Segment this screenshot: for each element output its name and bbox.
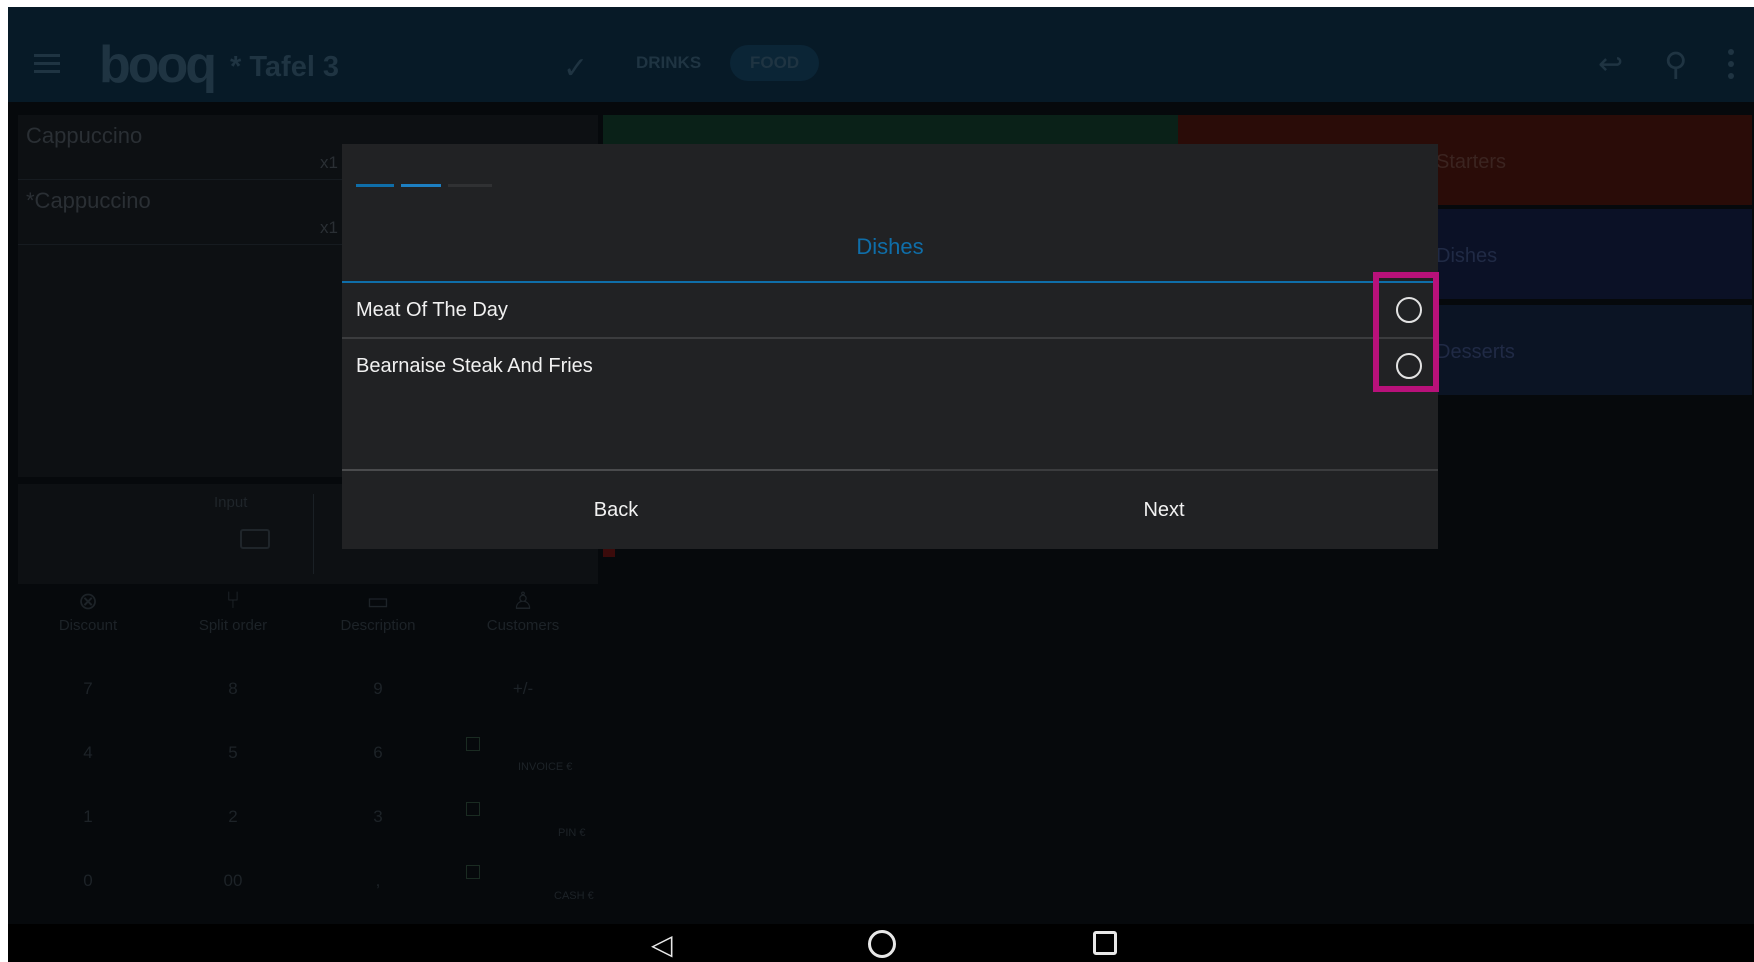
customers-label: Customers: [486, 617, 560, 634]
key-plus-minus[interactable]: +/-: [453, 657, 593, 721]
key-4[interactable]: 4: [18, 721, 158, 785]
tile-dishes-label: Dishes: [1436, 245, 1498, 267]
key-00[interactable]: 00: [163, 849, 303, 913]
split-order-label: Split order: [198, 617, 268, 634]
highlight-box: [1373, 272, 1439, 392]
discount-icon: ⊗: [77, 588, 99, 615]
key-comma[interactable]: ,: [308, 849, 448, 913]
key-6[interactable]: 6: [308, 721, 448, 785]
progress-step: [401, 184, 441, 187]
key-9[interactable]: 9: [308, 657, 448, 721]
nav-home-icon[interactable]: [868, 930, 896, 958]
undo-icon[interactable]: ↩: [1598, 47, 1623, 82]
key-5[interactable]: 5: [163, 721, 303, 785]
logo: booq: [99, 36, 217, 94]
invoice-icon: [466, 737, 480, 751]
option-label: Bearnaise Steak And Fries: [356, 355, 593, 377]
key-2[interactable]: 2: [163, 785, 303, 849]
order-item-name: Cappuccino: [26, 123, 143, 148]
tile-desserts-label: Desserts: [1436, 341, 1515, 363]
key-3[interactable]: 3: [308, 785, 448, 849]
tile-starters-label: Starters: [1436, 151, 1507, 173]
search-icon[interactable]: ⚲: [1664, 45, 1687, 83]
discount-button[interactable]: ⊗ Discount: [18, 587, 158, 635]
order-item-qty: x1: [320, 153, 338, 172]
split-icon: ⑂: [225, 587, 241, 614]
pin-button[interactable]: PIN €: [558, 827, 586, 839]
progress-step: [448, 184, 492, 187]
customers-button[interactable]: ♙ Customers: [453, 587, 593, 635]
android-nav-bar: ◁: [8, 924, 1754, 962]
key-1[interactable]: 1: [18, 785, 158, 849]
key-8[interactable]: 8: [163, 657, 303, 721]
invoice-button[interactable]: INVOICE €: [518, 761, 572, 773]
pos-app: booq * Tafel 3 ✓ DRINKS FOOD ↩ ⚲ Cappucc…: [8, 7, 1754, 924]
action-row: ⊗ Discount ⑂ Split order ▭ Description ♙…: [18, 587, 598, 649]
more-icon[interactable]: [1728, 49, 1734, 85]
device-screen: booq * Tafel 3 ✓ DRINKS FOOD ↩ ⚲ Cappucc…: [8, 7, 1754, 962]
nav-recent-icon[interactable]: [1093, 931, 1117, 955]
key-0[interactable]: 0: [18, 849, 158, 913]
description-button[interactable]: ▭ Description: [308, 587, 448, 635]
tab-drinks[interactable]: DRINKS: [636, 53, 701, 73]
hamburger-icon[interactable]: [34, 54, 60, 78]
backspace-icon[interactable]: [240, 529, 270, 549]
input-label: Input: [214, 494, 248, 511]
tab-food[interactable]: FOOD: [730, 45, 820, 81]
split-order-button[interactable]: ⑂ Split order: [163, 587, 303, 635]
pin-icon: [466, 802, 480, 816]
divider: [313, 494, 314, 574]
cash-button[interactable]: CASH €: [554, 890, 594, 902]
numpad: 7 8 9 +/- 4 5 6 1 2 3 0 00 , INVOICE € P…: [18, 657, 598, 922]
description-icon: ▭: [366, 588, 390, 615]
back-button[interactable]: Back: [342, 471, 890, 549]
discount-label: Discount: [58, 617, 118, 634]
dishes-modal: Dishes Meat Of The Day Bearnaise Steak A…: [342, 144, 1438, 549]
order-item-qty: x1: [320, 218, 338, 237]
cash-icon: [466, 865, 480, 879]
key-7[interactable]: 7: [18, 657, 158, 721]
modal-title: Dishes: [856, 234, 924, 259]
table-title[interactable]: * Tafel 3: [230, 51, 339, 84]
progress-step: [356, 184, 394, 187]
option-row[interactable]: Meat Of The Day: [342, 283, 1438, 339]
option-label: Meat Of The Day: [356, 299, 508, 321]
option-row[interactable]: Bearnaise Steak And Fries: [342, 339, 1438, 393]
order-item-name: *Cappuccino: [26, 188, 151, 213]
next-button[interactable]: Next: [890, 471, 1438, 549]
description-label: Description: [340, 617, 416, 634]
nav-back-icon[interactable]: ◁: [651, 928, 673, 961]
top-bar: booq * Tafel 3 ✓ DRINKS FOOD ↩ ⚲: [8, 7, 1754, 102]
check-icon[interactable]: ✓: [563, 51, 588, 86]
customers-icon: ♙: [512, 588, 534, 615]
